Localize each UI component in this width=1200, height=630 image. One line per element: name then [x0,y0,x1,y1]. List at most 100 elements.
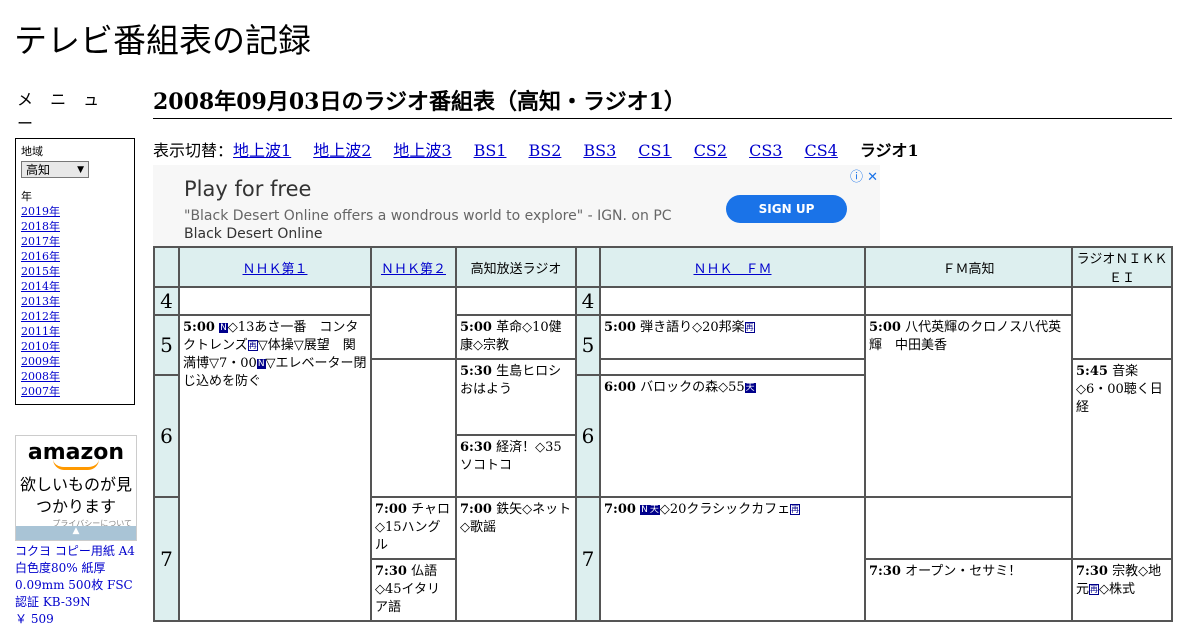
year-link[interactable]: 2015年 [21,264,129,279]
menu-box: 地域 高知 ▼ 年 2019年 2018年 2017年 2016年 2015年 … [15,138,135,405]
news-icon: N [219,323,228,333]
ad-banner[interactable]: Play for free "Black Desert Online offer… [153,165,880,253]
hour-cell: 4 [153,286,180,316]
channel-header: 高知放送ラジオ [455,246,577,288]
ad-info-close-icon[interactable]: ⓘ ✕ [850,166,878,185]
year-link[interactable]: 2018年 [21,219,129,234]
program-time: 5:00 [604,320,636,335]
channel-header: ＮＨＫ第２ [370,246,457,288]
year-link[interactable]: 2014年 [21,279,129,294]
hour-cell: 6 [575,374,601,498]
year-link[interactable]: 2009年 [21,354,129,369]
ad-product-name[interactable]: コクヨ コピー用紙 A4 白色度80% 紙厚 0.09mm 500枚 FSC認証… [15,543,135,611]
corner-cell [575,246,601,288]
empty-slot [370,286,457,360]
menu-heading: メ ニ ュ ー [17,90,106,133]
program-cell[interactable]: 7:00 鉄矢◇ネット◇歌謡 [455,496,577,622]
ad-text: 欲しいものが見つかります [19,475,132,516]
rebroadcast-icon: 再 [790,504,801,515]
program-time: 7:30 [869,564,901,579]
banner-desc-text: "Black Desert Online offers a wondrous w… [184,208,672,224]
amazon-ad[interactable]: amazon 欲しいものが見つかります プライバシーについて ▲ [15,435,137,541]
weather-icon: 天 [648,505,660,515]
hour-cell: 7 [153,496,180,622]
empty-slot [178,286,372,316]
program-cell[interactable]: 5:00 革命◇10健康◇宗教 [455,314,577,360]
program-time: 7:00 [375,502,407,517]
chevron-up-icon: ▲ [72,526,80,536]
program-cell[interactable]: 6:30 経済！◇35ソコトコ [455,434,577,498]
switch-link[interactable]: 地上波3 [393,141,451,160]
switch-link[interactable]: CS2 [694,141,727,160]
program-cell[interactable]: 5:00 八代英輝のクロノス八代英輝 中田美香 [864,314,1073,498]
sidebar: メ ニ ュ ー 地域 高知 ▼ 年 2019年 2018年 2017年 2016… [15,86,137,628]
program-cell[interactable]: 5:45 音楽◇6・00聴く日経 [1071,358,1173,560]
region-label: 地域 [21,145,43,158]
amazon-logo: amazon [27,440,125,465]
channel-header: ＦＭ高知 [864,246,1073,288]
region-select-value: 高知 [26,163,51,177]
program-cell[interactable]: 7:00 チャロ◇15ハングル [370,496,457,560]
weather-icon: 天 [744,383,756,393]
main-content: 2008年09月03日のラジオ番組表（高知・ラジオ1） 表示切替：地上波1 地上波… [153,84,1172,253]
program-title: 弾き語り◇20邦楽 [640,320,745,335]
program-cell[interactable]: 7:30 オープン・セサミ！ [864,558,1073,622]
sign-up-button[interactable]: SIGN UP [726,195,847,223]
program-time: 5:00 [460,320,492,335]
hour-cell: 7 [575,496,601,622]
program-cell[interactable]: 7:30 仏語◇45イタリア語 [370,558,457,622]
news-icon: N [640,505,649,515]
news-icon: N [256,359,266,369]
year-link[interactable]: 2011年 [21,324,129,339]
switch-link[interactable]: CS4 [804,141,837,160]
banner-desc: "Black Desert Online offers a wondrous w… [184,207,704,243]
hour-cell: 4 [575,286,601,316]
region-select[interactable]: 高知 ▼ [21,161,89,178]
program-title: ◇株式 [1099,582,1136,597]
program-cell[interactable]: 7:00 N 天◇20クラシックカフェ再 [599,496,866,622]
channel-link[interactable]: ＮＨＫ第２ [381,262,446,277]
year-link[interactable]: 2016年 [21,249,129,264]
switch-link[interactable]: CS3 [749,141,782,160]
ad-product[interactable]: コクヨ コピー用紙 A4 白色度80% 紙厚 0.09mm 500枚 FSC認証… [15,543,135,628]
switch-link[interactable]: BS1 [474,141,507,160]
page-title: 2008年09月03日のラジオ番組表（高知・ラジオ1） [153,84,1172,119]
year-link[interactable]: 2017年 [21,234,129,249]
program-time: 6:30 [460,440,492,455]
empty-slot [599,358,866,376]
dropdown-arrow-icon: ▼ [77,164,84,175]
program-cell[interactable]: 5:00 N◇13あさ一番 コンタクトレンズ再▽体操▽展望 関満博▽7・00N▽… [178,314,372,622]
program-cell[interactable]: 7:30 宗教◇地元再◇株式 [1071,558,1173,622]
switch-link[interactable]: BS2 [528,141,561,160]
ad-expand-bar[interactable]: ▲ [16,526,136,540]
channel-link[interactable]: ＮＨＫ第１ [242,262,307,277]
program-title: オープン・セサミ！ [905,564,1022,579]
program-time: 7:30 [375,564,407,579]
program-cell[interactable]: 6:00 バロックの森◇55天 [599,374,866,498]
program-time: 6:00 [604,380,636,395]
year-link[interactable]: 2019年 [21,204,129,219]
year-link[interactable]: 2012年 [21,309,129,324]
program-cell[interactable]: 5:00 弾き語り◇20邦楽再 [599,314,866,360]
channel-link[interactable]: ＮＨＫ ＦＭ [693,262,771,277]
year-link[interactable]: 2008年 [21,369,129,384]
empty-slot [455,286,577,316]
year-link[interactable]: 2007年 [21,384,129,399]
program-time: 5:00 [183,320,215,335]
switch-link[interactable]: 地上波2 [313,141,371,160]
switch-link[interactable]: 地上波1 [233,141,291,160]
year-link[interactable]: 2013年 [21,294,129,309]
year-link[interactable]: 2010年 [21,339,129,354]
switch-link[interactable]: CS1 [638,141,671,160]
hour-cell: 5 [153,314,180,376]
program-cell[interactable]: 5:30 生島ヒロシおはよう [455,358,577,436]
empty-slot [1071,286,1173,360]
banner-title[interactable]: Play for free [184,177,311,201]
empty-slot [370,358,457,498]
rebroadcast-icon: 再 [744,322,755,333]
program-title: ◇20クラシックカフェ [659,502,791,517]
rebroadcast-icon: 再 [247,340,258,351]
program-title: バロックの森◇55 [640,380,745,395]
ad-product-price: ￥ 509 [15,612,54,626]
switch-link[interactable]: BS3 [583,141,616,160]
